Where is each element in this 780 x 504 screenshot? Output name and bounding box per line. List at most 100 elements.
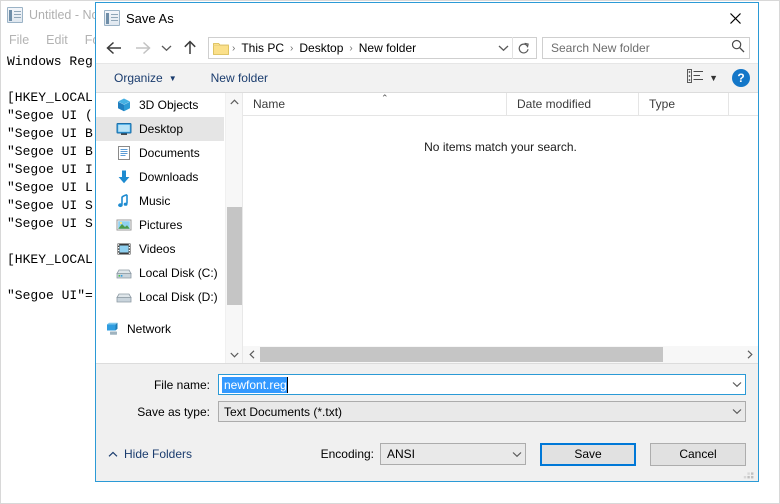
chevron-up-icon xyxy=(108,447,118,461)
sidebar-item-documents[interactable]: Documents xyxy=(96,141,224,165)
new-folder-label: New folder xyxy=(210,71,268,85)
network-icon xyxy=(104,321,120,337)
videos-icon xyxy=(116,241,132,257)
empty-list-message: No items match your search. xyxy=(424,140,577,154)
file-name-value[interactable]: newfont.reg xyxy=(222,376,288,393)
3d-objects-icon xyxy=(116,97,132,113)
downloads-icon xyxy=(116,169,132,185)
dialog-titlebar: Save As xyxy=(96,3,758,33)
desktop-icon xyxy=(116,121,132,137)
search-icon[interactable] xyxy=(731,39,745,58)
resize-grip[interactable] xyxy=(743,467,755,479)
save-as-type-row: Save as type: Text Documents (*.txt) xyxy=(108,401,746,422)
sidebar-item-videos[interactable]: Videos xyxy=(96,237,224,261)
save-as-dialog: Save As › This PC › Desktop › New folder… xyxy=(95,2,759,482)
notepad-icon xyxy=(104,10,120,26)
music-icon xyxy=(116,193,132,209)
search-input[interactable] xyxy=(549,40,731,56)
help-icon[interactable]: ? xyxy=(732,69,750,87)
save-form: File name: newfont.reg Save as type: Tex… xyxy=(96,363,758,481)
scroll-up-icon[interactable] xyxy=(226,93,242,110)
arrow-up-icon[interactable] xyxy=(176,35,204,61)
sidebar-item-network[interactable]: Network xyxy=(96,317,224,341)
arrow-left-icon[interactable] xyxy=(100,35,128,61)
dialog-button-row: Hide Folders Encoding: ANSI Save Cancel xyxy=(96,441,758,467)
arrow-right-icon xyxy=(128,35,156,61)
breadcrumb-this-pc[interactable]: This PC xyxy=(236,41,289,55)
sidebar-item-local-disk-d[interactable]: Local Disk (D:) xyxy=(96,285,224,309)
dialog-title: Save As xyxy=(126,10,174,26)
refresh-icon[interactable] xyxy=(512,37,534,59)
cancel-button[interactable]: Cancel xyxy=(650,442,746,466)
horizontal-scrollbar-thumb[interactable] xyxy=(260,347,663,362)
local-disk-d-icon xyxy=(116,289,132,305)
menu-edit[interactable]: Edit xyxy=(46,33,68,47)
sidebar-item-desktop[interactable]: Desktop xyxy=(96,117,224,141)
chevron-down-icon[interactable] xyxy=(728,375,745,394)
sidebar-item-label: Documents xyxy=(139,146,200,160)
sidebar-item-local-disk-c[interactable]: Local Disk (C:) xyxy=(96,261,224,285)
chevron-down-icon[interactable] xyxy=(156,35,176,61)
column-header-label: Date modified xyxy=(517,97,592,111)
sort-ascending-icon: ⌃ xyxy=(381,92,389,103)
column-header-name[interactable]: Name ⌃ xyxy=(243,92,507,116)
sidebar-item-music[interactable]: Music xyxy=(96,189,224,213)
scroll-right-icon[interactable] xyxy=(741,346,758,363)
hide-folders-label: Hide Folders xyxy=(124,447,193,461)
new-folder-button[interactable]: New folder xyxy=(203,66,276,90)
sidebar-item-pictures[interactable]: Pictures xyxy=(96,213,224,237)
scroll-left-icon[interactable] xyxy=(243,346,260,363)
notepad-icon xyxy=(7,7,23,23)
hide-folders-button[interactable]: Hide Folders xyxy=(108,447,192,461)
file-name-label: File name: xyxy=(153,377,210,392)
navigation-bar: › This PC › Desktop › New folder xyxy=(96,33,758,63)
sidebar-scrollbar-thumb[interactable] xyxy=(227,207,242,305)
horizontal-scrollbar-track[interactable] xyxy=(260,346,741,363)
save-as-type-select[interactable]: Text Documents (*.txt) xyxy=(218,401,746,422)
documents-icon xyxy=(116,145,132,161)
screen: Untitled - Notepad File Edit Format Wind… xyxy=(0,0,780,504)
save-button[interactable]: Save xyxy=(540,442,636,466)
sidebar-item-downloads[interactable]: Downloads xyxy=(96,165,224,189)
sidebar-item-3d-objects[interactable]: 3D Objects xyxy=(96,93,224,117)
chevron-down-icon[interactable] xyxy=(728,402,745,421)
breadcrumb-desktop[interactable]: Desktop xyxy=(294,41,348,55)
search-box[interactable] xyxy=(542,37,750,59)
sidebar-item-label: Network xyxy=(127,322,172,336)
breadcrumb-new-folder[interactable]: New folder xyxy=(354,41,421,55)
organize-label: Organize xyxy=(114,71,163,85)
chevron-down-icon[interactable] xyxy=(494,44,512,52)
scroll-down-icon[interactable] xyxy=(226,346,242,363)
file-list-body[interactable]: No items match your search. xyxy=(243,116,758,346)
sidebar-scrollbar[interactable] xyxy=(225,93,242,363)
sidebar-item-label: Local Disk (D:) xyxy=(139,290,218,304)
column-headers: Name ⌃ Date modified Type xyxy=(243,92,758,116)
chevron-down-icon: ▼ xyxy=(168,73,177,83)
address-bar[interactable]: › This PC › Desktop › New folder xyxy=(208,37,537,59)
menu-file[interactable]: File xyxy=(9,33,29,47)
view-options-button[interactable]: ▼ xyxy=(681,68,724,88)
column-header-type[interactable]: Type xyxy=(639,92,729,116)
dialog-toolbar: Organize ▼ New folder ▼ ? xyxy=(96,63,758,93)
save-as-type-label: Save as type: xyxy=(137,404,210,419)
organize-button[interactable]: Organize ▼ xyxy=(106,66,185,90)
file-list-horizontal-scrollbar[interactable] xyxy=(243,346,758,363)
local-disk-c-icon xyxy=(116,265,132,281)
folder-icon xyxy=(213,42,229,55)
encoding-value: ANSI xyxy=(387,447,416,461)
sidebar-item-label: Local Disk (C:) xyxy=(139,266,218,280)
column-header-date-modified[interactable]: Date modified xyxy=(507,92,639,116)
sidebar-item-label: Pictures xyxy=(139,218,183,232)
encoding-select[interactable]: ANSI xyxy=(380,443,526,465)
sidebar-item-label: Desktop xyxy=(139,122,184,136)
sidebar-item-label: Downloads xyxy=(139,170,199,184)
file-name-input[interactable]: newfont.reg xyxy=(218,374,746,395)
save-as-type-value: Text Documents (*.txt) xyxy=(224,404,343,419)
pictures-icon xyxy=(116,217,132,233)
chevron-down-icon: ▼ xyxy=(709,73,718,83)
chevron-down-icon[interactable] xyxy=(508,445,525,464)
column-header-label: Name xyxy=(253,97,286,111)
close-icon[interactable] xyxy=(712,3,758,33)
file-name-row: File name: newfont.reg xyxy=(108,374,746,395)
view-list-icon xyxy=(687,68,704,88)
